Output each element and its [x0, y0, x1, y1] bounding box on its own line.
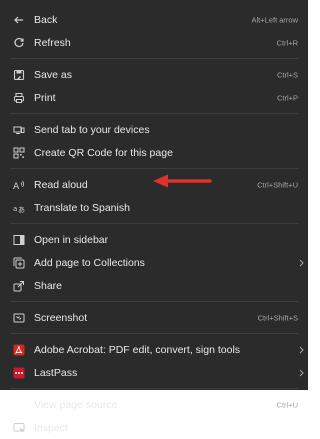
send-tab-icon	[13, 124, 25, 136]
menu-separator	[10, 388, 298, 389]
menu-item-label: Add page to Collections	[34, 256, 145, 269]
menu-item-back[interactable]: Back Alt+Left arrow	[0, 8, 308, 31]
menu-separator	[10, 223, 298, 224]
menu-item-send-tab[interactable]: Send tab to your devices	[0, 118, 308, 141]
adobe-acrobat-icon	[13, 344, 25, 356]
menu-item-share[interactable]: Share	[0, 274, 308, 297]
read-aloud-icon: A	[13, 179, 25, 191]
menu-item-screenshot[interactable]: Screenshot Ctrl+Shift+S	[0, 306, 308, 329]
menu-item-inspect[interactable]: Inspect	[0, 416, 308, 439]
back-arrow-icon	[13, 14, 25, 26]
menu-item-print[interactable]: Print Ctrl+P	[0, 86, 308, 109]
inspect-icon	[13, 422, 25, 434]
menu-item-label: LastPass	[34, 366, 78, 379]
menu-item-label: Back	[34, 13, 58, 26]
menu-item-label: Send tab to your devices	[34, 123, 150, 136]
menu-item-label: Refresh	[34, 36, 71, 49]
menu-item-shortcut: Ctrl+Shift+U	[257, 180, 298, 189]
screenshot-icon	[13, 312, 25, 324]
menu-separator	[10, 113, 298, 114]
menu-separator	[10, 333, 298, 334]
menu-item-refresh[interactable]: Refresh Ctrl+R	[0, 31, 308, 54]
svg-text:a: a	[13, 205, 17, 213]
menu-item-label: Create QR Code for this page	[34, 146, 173, 159]
context-menu: Back Alt+Left arrow Refresh Ctrl+R Save …	[0, 0, 308, 434]
menu-item-shortcut: Ctrl+R	[276, 38, 298, 47]
menu-item-label: Adobe Acrobat: PDF edit, convert, sign t…	[34, 343, 241, 356]
menu-item-label: Read aloud	[34, 178, 88, 191]
chevron-right-icon	[298, 259, 304, 267]
collections-icon	[13, 257, 25, 269]
share-icon	[13, 280, 25, 292]
menu-item-lastpass[interactable]: LastPass	[0, 361, 308, 384]
chevron-right-icon	[298, 369, 304, 377]
annotation-arrow-icon	[150, 171, 212, 191]
menu-item-label: Open in sidebar	[34, 233, 109, 246]
menu-item-shortcut: Ctrl+Shift+S	[257, 313, 298, 322]
menu-item-save-as[interactable]: Save as Ctrl+S	[0, 63, 308, 86]
menu-item-label: View page source	[34, 398, 118, 411]
menu-item-open-in-sidebar[interactable]: Open in sidebar	[0, 228, 308, 251]
menu-item-shortcut: Ctrl+S	[276, 70, 298, 79]
svg-text:A: A	[13, 182, 20, 191]
print-icon	[13, 92, 25, 104]
menu-item-shortcut: Ctrl+U	[276, 400, 298, 409]
svg-text:あ: あ	[18, 206, 25, 214]
menu-separator	[10, 58, 298, 59]
chevron-right-icon	[298, 346, 304, 354]
menu-item-shortcut: Alt+Left arrow	[251, 15, 298, 24]
menu-item-translate[interactable]: aあ Translate to Spanish	[0, 196, 308, 219]
menu-item-create-qr-code[interactable]: Create QR Code for this page	[0, 141, 308, 164]
menu-separator	[10, 168, 298, 169]
menu-item-label: Print	[34, 91, 56, 104]
lastpass-icon	[13, 367, 25, 379]
qr-code-icon	[13, 147, 25, 159]
menu-item-label: Save as	[34, 68, 72, 81]
menu-item-view-page-source[interactable]: View page source Ctrl+U	[0, 393, 308, 416]
translate-icon: aあ	[13, 202, 25, 214]
menu-item-label: Inspect	[34, 421, 68, 434]
save-as-icon	[13, 69, 25, 81]
menu-item-label: Screenshot	[34, 311, 88, 324]
menu-item-label: Translate to Spanish	[34, 201, 130, 214]
sidebar-icon	[13, 234, 25, 246]
menu-item-add-to-collections[interactable]: Add page to Collections	[0, 251, 308, 274]
menu-item-shortcut: Ctrl+P	[276, 93, 298, 102]
menu-item-adobe-acrobat[interactable]: Adobe Acrobat: PDF edit, convert, sign t…	[0, 338, 308, 361]
menu-separator	[10, 301, 298, 302]
menu-item-label: Share	[34, 279, 63, 292]
refresh-icon	[13, 37, 25, 49]
